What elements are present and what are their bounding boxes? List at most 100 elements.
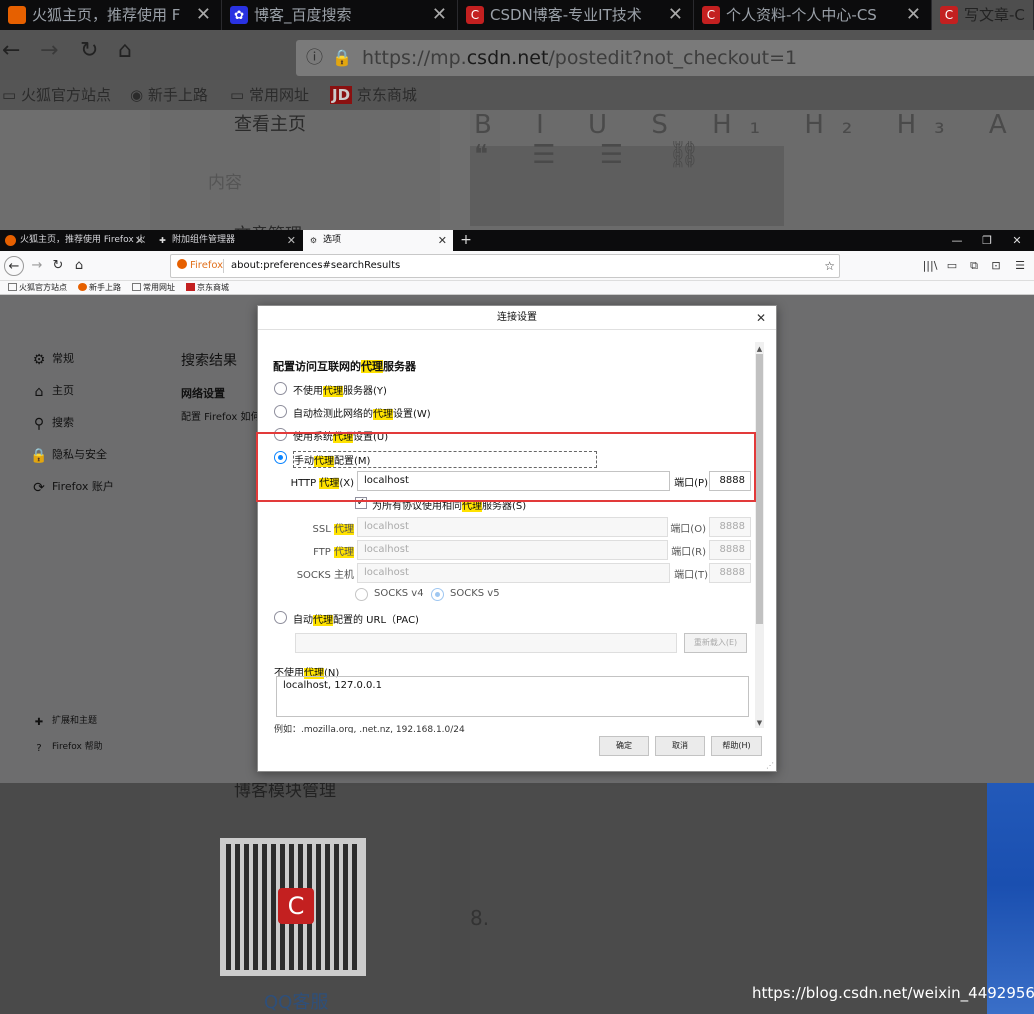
reload-icon[interactable]: ↻ [48, 256, 68, 276]
bg-tab-csdn[interactable]: C CSDN博客-专业IT技术 ✕ [458, 0, 694, 30]
bookmark-item[interactable]: 新手上路 [78, 281, 121, 295]
close-icon[interactable]: ✕ [135, 230, 144, 251]
no-proxy-example: 例如：.mozilla.org, .net.nz, 192.168.1.0/24 [274, 725, 465, 733]
radio-auto-detect[interactable] [274, 405, 287, 418]
bg-tab-firefox-home[interactable]: 火狐主页，推荐使用 F ✕ [0, 0, 222, 30]
sidebar-item-general[interactable]: ⚙ 常规 [30, 350, 74, 368]
tab-label: 火狐主页，推荐使用 Firefox 火 [20, 235, 146, 245]
tab-addons[interactable]: ✚ 附加组件管理器 ✕ [152, 230, 302, 251]
close-icon[interactable]: ✕ [438, 230, 447, 251]
library-icon[interactable]: |||\ [922, 257, 938, 275]
forward-icon[interactable]: → [27, 256, 47, 276]
lock-icon: 🔒 [30, 448, 48, 464]
radio-socks-v5[interactable] [431, 588, 444, 601]
qq-service-link[interactable]: QQ客服 [264, 988, 328, 1014]
tab-label: 附加组件管理器 [172, 235, 236, 245]
ok-button[interactable]: 确定 [599, 736, 649, 756]
resize-grip-icon[interactable]: ⋰ [766, 761, 774, 770]
bg-editor-text: 8. [470, 906, 490, 930]
pac-url-input[interactable] [295, 633, 677, 653]
forward-icon[interactable]: → [40, 38, 58, 63]
bg-tab-strip: 火狐主页，推荐使用 F ✕ ✿ 博客_百度搜索 ✕ C CSDN博客-专业IT技… [0, 0, 1034, 30]
screenshot-icon[interactable]: ⊡ [988, 257, 1004, 275]
bg-url-bar[interactable]: ⓘ 🔒 https://mp.csdn.net/postedit?not_che… [296, 40, 1034, 76]
back-icon[interactable]: ← [4, 256, 24, 276]
bg-tab-baidu[interactable]: ✿ 博客_百度搜索 ✕ [222, 0, 458, 30]
ftp-proxy-input[interactable]: localhost [357, 540, 668, 560]
folder-icon [8, 283, 17, 291]
firefox-identity[interactable]: Firefox [177, 255, 223, 277]
window-close-button[interactable]: ✕ [1002, 230, 1032, 251]
bg-tab-write-article[interactable]: C 写文章-C [932, 0, 1034, 30]
close-icon[interactable]: ✕ [668, 0, 683, 30]
help-button[interactable]: 帮助(H) [711, 736, 762, 756]
cancel-button[interactable]: 取消 [655, 736, 705, 756]
bg-bookmark[interactable]: JD 京东商城 [330, 80, 417, 110]
bg-menu-item[interactable]: 查看主页 [234, 110, 306, 136]
close-icon[interactable]: ✕ [287, 230, 296, 251]
maximize-button[interactable]: ❐ [972, 230, 1002, 251]
baidu-paw-icon: ✿ [230, 6, 248, 24]
scroll-down-icon[interactable]: ▼ [755, 718, 764, 728]
radio-socks-v4[interactable] [355, 588, 368, 601]
reload-icon[interactable]: ↻ [80, 38, 98, 63]
no-proxy-textarea[interactable]: localhost, 127.0.0.1 [276, 676, 749, 717]
sidebar-item-privacy[interactable]: 🔒 隐私与安全 [30, 446, 107, 464]
home-icon[interactable]: ⌂ [69, 256, 89, 276]
close-icon[interactable]: ✕ [754, 306, 768, 330]
sidebar-item-help[interactable]: ? Firefox 帮助 [30, 739, 102, 754]
csdn-icon: C [278, 888, 314, 924]
connection-settings-dialog: 连接设置 ✕ 配置访问互联网的代理服务器 不使用代理服务器(Y) 自动检测此网络… [257, 305, 777, 772]
sidebar-item-extensions[interactable]: ✚ 扩展和主题 [30, 713, 97, 728]
sidebar-icon[interactable]: ▭ [944, 257, 960, 275]
minimize-button[interactable]: — [942, 230, 972, 251]
sidebar-item-home[interactable]: ⌂ 主页 [30, 382, 74, 400]
close-icon[interactable]: ✕ [906, 0, 921, 30]
firefox-icon [78, 283, 87, 291]
csdn-icon: C [940, 6, 958, 24]
sync-icon: ⟳ [33, 480, 45, 496]
tab-firefox-home[interactable]: 火狐主页，推荐使用 Firefox 火 ✕ [0, 230, 150, 251]
radio-no-proxy[interactable] [274, 382, 287, 395]
bg-tab-csdn-profile[interactable]: C 个人资料-个人中心-CS ✕ [694, 0, 932, 30]
close-icon[interactable]: ✕ [196, 0, 211, 30]
bg-menu-item[interactable]: 内容 [208, 168, 242, 193]
close-icon[interactable]: ✕ [432, 0, 447, 30]
scroll-up-icon[interactable]: ▲ [755, 344, 764, 354]
sidebar-item-search[interactable]: ⚲ 搜索 [30, 414, 74, 432]
new-tab-button[interactable]: + [456, 230, 476, 251]
dialog-title: 连接设置 [258, 306, 776, 330]
back-icon[interactable]: ← [2, 38, 20, 63]
menu-icon[interactable]: ☰ [1012, 257, 1028, 275]
bg-bookmark[interactable]: ▭ 常用网址 [230, 80, 309, 110]
ssl-port-input[interactable]: 8888 [709, 517, 751, 537]
reload-pac-button[interactable]: 重新载入(E) [684, 633, 747, 653]
bookmark-item[interactable]: 火狐官方站点 [8, 281, 67, 295]
csdn-icon: C [466, 6, 484, 24]
extension-icon[interactable]: ⧉ [966, 257, 982, 275]
radio-pac-url[interactable] [274, 611, 287, 624]
info-icon[interactable]: ⓘ [306, 40, 323, 76]
jd-icon [186, 283, 195, 291]
bg-url-prefix: https://mp. [362, 47, 467, 69]
lock-icon: 🔒 [332, 48, 352, 67]
home-icon: ⌂ [34, 384, 44, 400]
sidebar-item-account[interactable]: ⟳ Firefox 账户 [30, 478, 114, 496]
bookmark-item[interactable]: 常用网址 [132, 281, 175, 295]
bookmark-item[interactable]: 京东商城 [186, 281, 229, 295]
gear-icon: ⚙ [309, 236, 318, 245]
bg-bookmark[interactable]: ▭ 火狐官方站点 [2, 80, 111, 110]
network-settings-desc: 配置 Firefox 如何 [181, 412, 261, 423]
tab-options[interactable]: ⚙ 选项 ✕ [303, 230, 453, 251]
socks-port-input[interactable]: 8888 [709, 563, 751, 583]
bookmark-star-icon[interactable]: ☆ [824, 255, 835, 277]
socks-host-input[interactable]: localhost [357, 563, 670, 583]
ssl-proxy-input[interactable]: localhost [357, 517, 668, 537]
home-icon[interactable]: ⌂ [118, 38, 132, 63]
bg-bookmark[interactable]: ◉ 新手上路 [130, 80, 208, 110]
scrollbar-thumb[interactable] [756, 354, 763, 624]
label-no-proxy: 不使用代理服务器(Y) [293, 386, 387, 397]
ftp-port-input[interactable]: 8888 [709, 540, 751, 560]
bg-tab-label: CSDN博客-专业IT技术 [490, 6, 642, 24]
url-bar[interactable]: Firefox about:preferences#searchResults … [170, 254, 840, 278]
